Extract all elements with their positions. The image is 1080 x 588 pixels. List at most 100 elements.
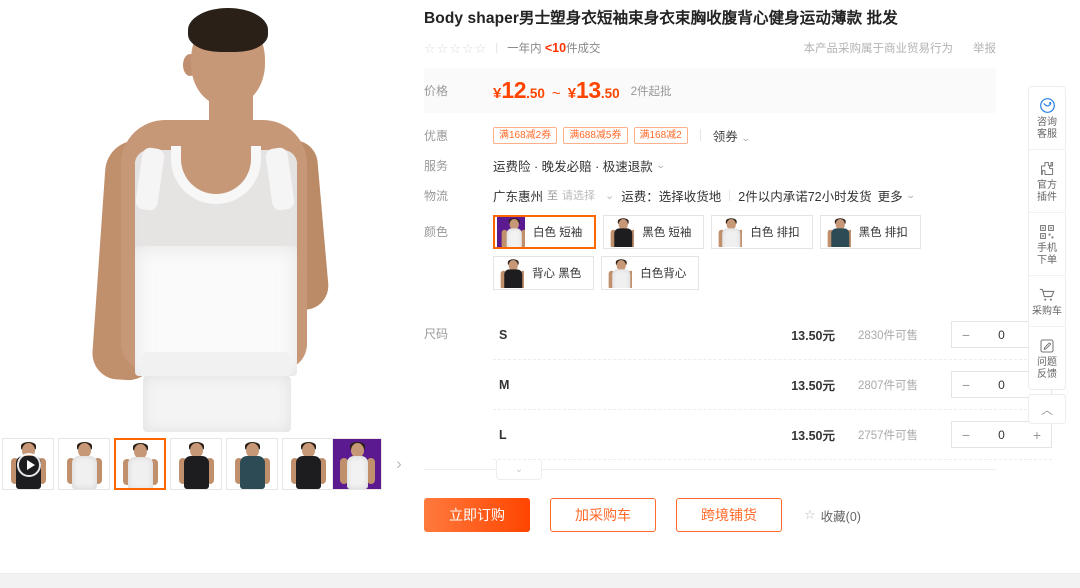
color-option[interactable]: 背心 黑色 (493, 256, 595, 290)
star-icon[interactable]: ☆ (437, 42, 449, 55)
page-bottom-band (0, 573, 1080, 588)
coupon-tag[interactable]: 满168减2券 (493, 126, 558, 144)
color-option[interactable]: 黑色 短袖 (603, 215, 705, 249)
destination-chevron-down-icon[interactable]: ⌄ (605, 189, 614, 202)
feedback-icon (1029, 336, 1065, 355)
cart-icon (1029, 285, 1065, 304)
product-gallery: › (0, 0, 415, 500)
logistics-content: 广东惠州 至 请选择 ⌄ 运费： 选择收货地 2件以内承诺72小时发货 更多 ⌄ (493, 186, 916, 205)
main-product-image[interactable] (0, 0, 415, 432)
size-label: 尺码 (424, 327, 449, 341)
rail-item-cart[interactable]: 采购车 (1029, 276, 1065, 327)
rail-item-label: 手机 (1037, 243, 1057, 254)
logistics-more-link[interactable]: 更多 (878, 186, 903, 205)
coupon-tag[interactable]: 满688减5券 (563, 126, 628, 144)
coupon-tag[interactable]: 满168减2 (633, 126, 688, 144)
quantity-input[interactable] (980, 376, 1023, 393)
color-label: 颜色 (424, 225, 449, 239)
thumbnail-item[interactable] (114, 438, 166, 490)
promo-label: 优惠 (424, 128, 449, 143)
color-option-label: 白色背心 (640, 268, 687, 280)
color-option[interactable]: 黑色 排扣 (819, 215, 921, 249)
main-image-canvas (0, 0, 415, 432)
star-icon[interactable]: ☆ (424, 42, 436, 55)
color-option-label: 白色 短袖 (533, 227, 583, 239)
color-row: 颜色 白色 短袖 黑色 短袖 白色 排扣 黑色 排扣背心 黑色 白色背心 (424, 215, 996, 290)
cross-border-button[interactable]: 跨境铺货 (676, 498, 782, 532)
color-swatch (604, 258, 633, 288)
swatch-image (116, 440, 164, 488)
rail-item-qrcode[interactable]: 手机 下单 (1029, 213, 1065, 276)
buy-now-button[interactable]: 立即订购 (424, 498, 530, 532)
thumbnail-item[interactable] (282, 438, 334, 490)
price-low-dec: .50 (526, 86, 545, 101)
rail-item-official-plugin[interactable]: 官方 插件 (1029, 150, 1065, 213)
destination-select[interactable]: 请选择 (562, 187, 595, 203)
favorite-button[interactable]: ☆ 收藏(0) (804, 506, 861, 525)
sales-period: 一年内 (507, 43, 542, 55)
swatch-image (227, 439, 277, 489)
price-high-int: 13 (576, 77, 601, 103)
logistics-chevron-down-icon[interactable]: ⌄ (905, 190, 915, 201)
logistics-origin: 广东惠州 (493, 189, 544, 204)
back-to-top-button[interactable]: ︿ (1028, 394, 1066, 424)
rail-item-label: 咨询 (1037, 117, 1057, 128)
increase-quantity-button[interactable]: + (1023, 427, 1051, 443)
expand-sizes-button[interactable]: ⌄ (496, 460, 542, 480)
size-stock: 2807件可售 (857, 379, 919, 392)
thumbnail-next-button[interactable]: › (386, 438, 412, 490)
star-icon[interactable]: ☆ (475, 42, 487, 55)
favorite-label: 收藏(0) (820, 509, 861, 524)
service-chevron-down-icon[interactable]: ⌄ (655, 160, 665, 171)
price-range: ¥12.50 ~ ¥13.50 (493, 77, 620, 104)
size-rows: S13.50元2830件可售−+M13.50元2807件可售−+L13.50元2… (493, 310, 1052, 460)
page-title: Body shaper男士塑身衣短袖束身衣束胸收腹背心健身运动薄款 批发 (424, 10, 898, 27)
size-row: L13.50元2757件可售−+ (493, 410, 1052, 460)
chevron-down-icon: ⌄ (740, 132, 751, 143)
rail-item-feedback[interactable]: 问题 反馈 (1029, 327, 1065, 389)
thumbnail-item[interactable] (332, 438, 382, 490)
sales-count: <10 (544, 41, 567, 55)
chevron-up-icon: ︿ (1040, 402, 1053, 417)
swatch-image (497, 217, 525, 247)
rail-item-label-2: 客服 (1037, 129, 1057, 140)
swatch-image (823, 217, 851, 247)
rail-item-label-2: 反馈 (1037, 369, 1057, 380)
thumbnail-item[interactable] (2, 438, 54, 490)
thumbnail-item[interactable] (58, 438, 110, 490)
quantity-input[interactable] (980, 426, 1023, 443)
star-icon[interactable]: ☆ (449, 42, 461, 55)
rating-stars[interactable]: ☆ ☆ ☆ ☆ ☆ (424, 42, 486, 55)
decrease-quantity-button[interactable]: − (952, 327, 980, 343)
logistics-row: 物流 广东惠州 至 请选择 ⌄ 运费： 选择收货地 2件以内承诺72小时发货 更多… (424, 185, 996, 205)
thumbnail-item[interactable] (226, 438, 278, 490)
logistics-to-word: 至 (547, 190, 559, 202)
star-icon: ☆ (804, 507, 816, 522)
color-option[interactable]: 白色背心 (601, 256, 700, 290)
swatch-image (496, 258, 524, 288)
consult-service-icon (1029, 96, 1065, 115)
decrease-quantity-button[interactable]: − (952, 377, 980, 393)
price-range-separator: ~ (551, 85, 561, 102)
color-option[interactable]: 白色 排扣 (711, 215, 813, 249)
quantity-stepper[interactable]: −+ (951, 421, 1052, 448)
rail-item-label: 官方 (1037, 180, 1057, 191)
shipping-promise: 2件以内承诺72小时发货 (738, 189, 872, 204)
thumbnail-item[interactable] (170, 438, 222, 490)
swatch-image (283, 439, 333, 489)
star-icon[interactable]: ☆ (462, 42, 474, 55)
add-to-cart-button[interactable]: 加采购车 (550, 498, 656, 532)
quantity-input[interactable] (980, 326, 1023, 343)
decrease-quantity-button[interactable]: − (952, 427, 980, 443)
expand-chevron-down-icon: ⌄ (514, 464, 524, 475)
rail-item-consult-service[interactable]: 咨询 客服 (1029, 87, 1065, 150)
report-link[interactable]: 举报 (973, 40, 996, 56)
rail-item-label-2: 插件 (1037, 192, 1057, 203)
rail-item-label: 采购车 (1032, 306, 1062, 317)
price-block: 价格 ¥12.50 ~ ¥13.50 2件起批 (424, 68, 996, 113)
color-option[interactable]: 白色 短袖 (493, 215, 597, 249)
price-high-dec: .50 (600, 86, 620, 101)
get-coupon-button[interactable]: 领券 ⌄ (713, 126, 751, 145)
size-name: L (499, 427, 507, 442)
play-icon[interactable] (17, 453, 41, 477)
